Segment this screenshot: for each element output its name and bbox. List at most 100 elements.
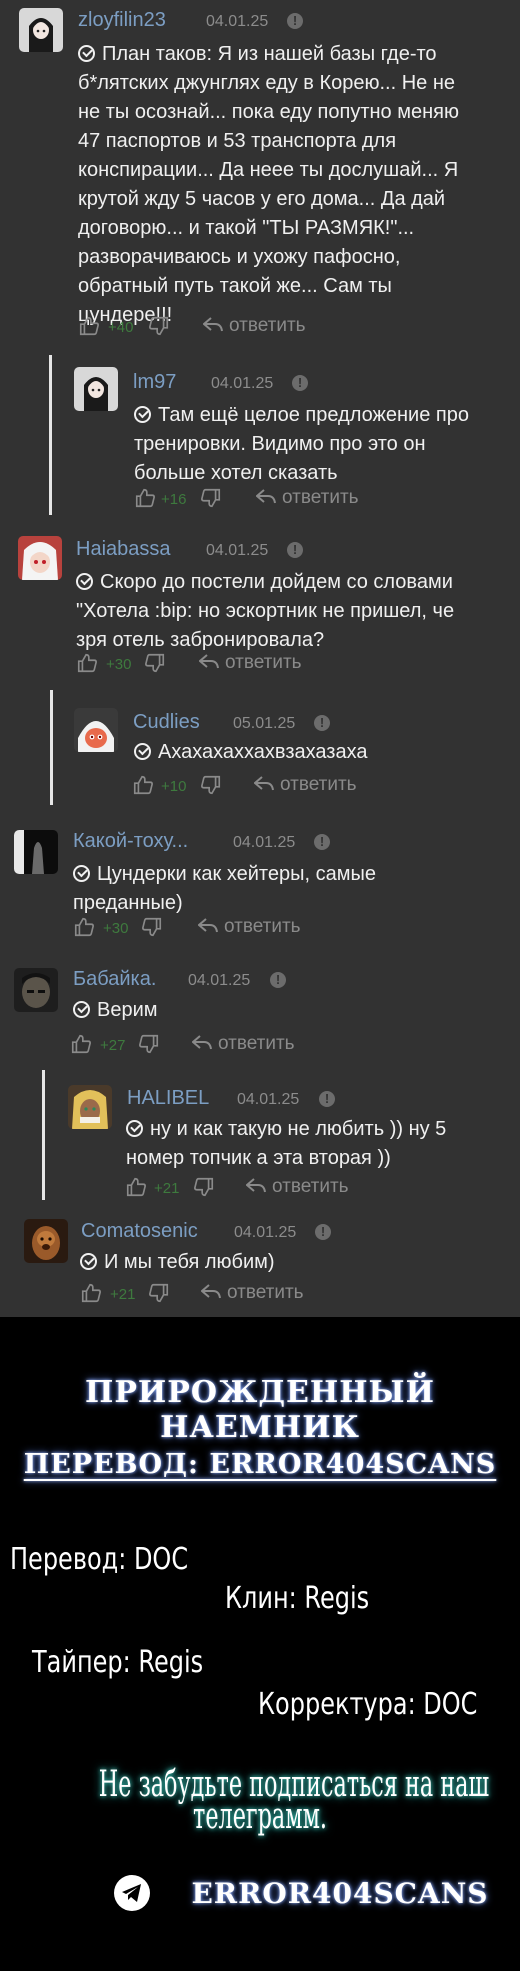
- dislike-icon[interactable]: [200, 774, 222, 802]
- comment-reply: lm97 04.01.25 ! Там ещё целое предложени…: [0, 360, 520, 515]
- username[interactable]: zloyfilin23: [78, 9, 166, 32]
- rating-score: +30: [103, 920, 129, 937]
- verified-icon: [134, 406, 151, 423]
- reply-icon: [245, 1178, 266, 1193]
- avatar[interactable]: [14, 968, 58, 1012]
- dislike-icon[interactable]: [148, 315, 170, 343]
- rating-score: +30: [106, 656, 132, 673]
- comment-date: 04.01.25: [233, 834, 296, 851]
- dislike-icon[interactable]: [144, 652, 166, 680]
- reply-button[interactable]: ответить: [253, 774, 357, 796]
- comment-reply: HALIBEL 04.01.25 ! ну и как такую не люб…: [0, 1075, 520, 1200]
- comment-text: Цундерки как хейтеры, самые преданные): [73, 863, 376, 914]
- username[interactable]: Comatosenic: [81, 1220, 198, 1243]
- avatar[interactable]: [19, 8, 63, 52]
- info-icon[interactable]: !: [287, 542, 303, 558]
- comment-reply: Cudlies 05.01.25 ! Ахахахаххахвзахазаха …: [0, 695, 520, 805]
- like-icon[interactable]: [70, 1033, 92, 1061]
- info-icon[interactable]: !: [314, 715, 330, 731]
- info-icon[interactable]: !: [315, 1224, 331, 1240]
- cleaner-credit: Клин: Regis: [225, 1581, 370, 1616]
- comment-text: Верим: [73, 996, 503, 1025]
- comment-date: 04.01.25: [234, 1224, 297, 1241]
- comment: zloyfilin23 04.01.25 ! План таков: Я из …: [0, 0, 520, 345]
- series-title: ПРИРОЖДЕННЫЙ НАЕМНИК: [85, 1375, 435, 1445]
- reply-button[interactable]: ответить: [200, 1282, 304, 1304]
- reply-icon: [197, 918, 218, 933]
- comment-text: Там ещё целое предложение про тренировки…: [134, 404, 469, 484]
- subscribe-reminder: Не забудьте подписаться на наш телеграмм…: [0, 1767, 520, 1837]
- credits-page: ПРИРОЖДЕННЫЙ НАЕМНИК ПЕРЕВОД: ERROR404SC…: [0, 1317, 520, 1971]
- rating-score: +21: [154, 1180, 180, 1197]
- avatar[interactable]: [14, 830, 58, 874]
- dislike-icon[interactable]: [200, 487, 222, 515]
- avatar[interactable]: [74, 708, 118, 752]
- reply-button[interactable]: ответить: [255, 487, 359, 509]
- rating-score: +21: [110, 1286, 136, 1303]
- reply-icon: [255, 489, 276, 504]
- info-icon[interactable]: !: [319, 1091, 335, 1107]
- rating-score: +10: [161, 778, 187, 795]
- comment-date: 04.01.25: [206, 542, 269, 559]
- reminder-line-2: телеграмм.: [192, 1796, 328, 1837]
- reply-button[interactable]: ответить: [198, 652, 302, 674]
- username[interactable]: Haiabassa: [76, 538, 171, 561]
- avatar[interactable]: [18, 536, 62, 580]
- like-icon[interactable]: [80, 1282, 102, 1310]
- verified-icon: [73, 1001, 90, 1018]
- telegram-channel[interactable]: ERROR404SCANS: [80, 1877, 520, 1910]
- reply-icon: [198, 654, 219, 669]
- comment-date: 04.01.25: [188, 972, 251, 989]
- avatar[interactable]: [68, 1085, 112, 1129]
- dislike-icon[interactable]: [148, 1282, 170, 1310]
- reply-button[interactable]: ответить: [245, 1176, 349, 1198]
- like-icon[interactable]: [125, 1176, 147, 1204]
- verified-icon: [78, 45, 95, 62]
- comment-text: План таков: Я из нашей базы где-то б*лят…: [78, 43, 459, 326]
- comment-text: И мы тебя любим): [80, 1248, 510, 1277]
- comment: Haiabassa 04.01.25 ! Скоро до постели до…: [0, 525, 520, 685]
- reply-icon: [253, 776, 274, 791]
- verified-icon: [80, 1253, 97, 1270]
- info-icon[interactable]: !: [287, 13, 303, 29]
- like-icon[interactable]: [132, 774, 154, 802]
- username[interactable]: Бабайка.: [73, 968, 156, 991]
- username[interactable]: HALIBEL: [127, 1087, 209, 1110]
- reply-icon: [191, 1035, 212, 1050]
- rating-score: +40: [108, 319, 134, 336]
- team-title: ПЕРЕВОД: ERROR404SCANS: [23, 1449, 497, 1480]
- dislike-icon[interactable]: [138, 1033, 160, 1061]
- username[interactable]: Cudlies: [133, 711, 200, 734]
- like-icon[interactable]: [73, 916, 95, 944]
- like-icon[interactable]: [76, 652, 98, 680]
- info-icon[interactable]: !: [270, 972, 286, 988]
- rating-score: +16: [161, 491, 187, 508]
- verified-icon: [126, 1120, 143, 1137]
- comments-section: zloyfilin23 04.01.25 ! План таков: Я из …: [0, 0, 520, 1317]
- verified-icon: [76, 573, 93, 590]
- info-icon[interactable]: !: [314, 834, 330, 850]
- verified-icon: [134, 743, 151, 760]
- reply-button[interactable]: ответить: [191, 1033, 295, 1055]
- avatar[interactable]: [74, 367, 118, 411]
- comment: Comatosenic 04.01.25 ! И мы тебя любим) …: [0, 1210, 520, 1317]
- username[interactable]: Какой-тоху...: [73, 830, 188, 853]
- dislike-icon[interactable]: [141, 916, 163, 944]
- verified-icon: [73, 865, 90, 882]
- username[interactable]: lm97: [133, 371, 176, 394]
- comment-date: 05.01.25: [233, 715, 296, 732]
- reply-button[interactable]: ответить: [202, 315, 306, 337]
- translator-credit: Перевод: DOC: [10, 1542, 189, 1577]
- like-icon[interactable]: [78, 315, 100, 343]
- info-icon[interactable]: !: [292, 375, 308, 391]
- like-icon[interactable]: [134, 487, 156, 515]
- dislike-icon[interactable]: [193, 1176, 215, 1204]
- reply-button[interactable]: ответить: [197, 916, 301, 938]
- rating-score: +27: [100, 1037, 126, 1054]
- avatar[interactable]: [24, 1219, 68, 1263]
- reply-icon: [200, 1284, 221, 1299]
- comment: Бабайка. 04.01.25 ! Верим +27 ответить: [0, 958, 520, 1056]
- typer-credit: Тайпер: Regis: [32, 1645, 204, 1680]
- comment-text: ну и как такую не любить )) ну 5 номер т…: [126, 1118, 447, 1169]
- comment-text: Скоро до постели дойдем со словами "Хоте…: [76, 571, 455, 651]
